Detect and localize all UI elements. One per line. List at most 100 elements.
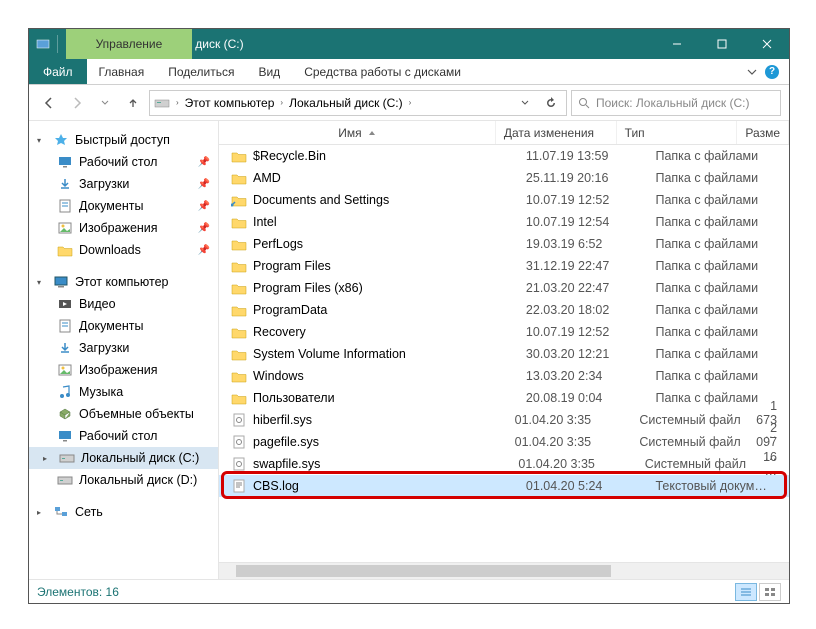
file-type: Папка с файлами (647, 215, 777, 229)
file-row[interactable]: Documents and Settings10.07.19 12:52Папк… (219, 189, 789, 211)
column-name[interactable]: Имя (219, 121, 496, 144)
file-rows[interactable]: $Recycle.Bin11.07.19 13:59Папка с файлам… (219, 145, 789, 562)
sidebar-item-label: Загрузки (79, 341, 129, 355)
address-bar[interactable]: › Этот компьютер › Локальный диск (C:) › (149, 90, 567, 116)
file-row[interactable]: Recovery10.07.19 12:52Папка с файлами (219, 321, 789, 343)
file-name: Пользователи (253, 391, 335, 405)
up-button[interactable] (121, 91, 145, 115)
horizontal-scrollbar[interactable] (219, 562, 789, 579)
scroll-thumb[interactable] (236, 565, 611, 577)
recent-dropdown[interactable] (93, 91, 117, 115)
chevron-right-icon[interactable]: › (278, 98, 285, 107)
file-row[interactable]: Windows13.03.20 2:34Папка с файлами (219, 365, 789, 387)
sidebar-item[interactable]: ▸Локальный диск (C:) (29, 447, 218, 469)
sidebar-item[interactable]: Объемные объекты (29, 403, 218, 425)
close-button[interactable] (744, 29, 789, 59)
file-date: 30.03.20 12:21 (518, 347, 648, 361)
ribbon-tab-drivetools[interactable]: Средства работы с дисками (292, 59, 473, 84)
sidebar-quick-access[interactable]: ▾ Быстрый доступ (29, 129, 218, 151)
expand-icon[interactable]: ▾ (37, 136, 47, 145)
sidebar-item[interactable]: Рабочий стол (29, 425, 218, 447)
sidebar-item[interactable]: Downloads📌 (29, 239, 218, 261)
folder-icon (231, 280, 247, 296)
drive-icon (57, 472, 73, 488)
sidebar-item[interactable]: Рабочий стол📌 (29, 151, 218, 173)
sidebar-item[interactable]: Музыка (29, 381, 218, 403)
ribbon-tab-home[interactable]: Главная (87, 59, 157, 84)
ribbon-tab-share[interactable]: Поделиться (156, 59, 246, 84)
back-button[interactable] (37, 91, 61, 115)
file-date: 01.04.20 3:35 (507, 413, 632, 427)
expand-icon[interactable]: ▸ (37, 508, 47, 517)
minimize-button[interactable] (654, 29, 699, 59)
details-view-button[interactable] (735, 583, 757, 601)
file-row[interactable]: System Volume Information30.03.20 12:21П… (219, 343, 789, 365)
sidebar-item[interactable]: Документы📌 (29, 195, 218, 217)
file-type: Папка с файлами (647, 347, 777, 361)
file-name: ProgramData (253, 303, 327, 317)
file-row[interactable]: $Recycle.Bin11.07.19 13:59Папка с файлам… (219, 145, 789, 167)
file-date: 01.04.20 5:24 (518, 479, 648, 493)
folder-icon (231, 324, 247, 340)
sidebar-item[interactable]: Загрузки📌 (29, 173, 218, 195)
item-count: Элементов: 16 (37, 585, 119, 599)
navigation-pane[interactable]: ▾ Быстрый доступ Рабочий стол📌Загрузки📌Д… (29, 121, 219, 579)
file-type: Папка с файлами (647, 237, 777, 251)
file-tab[interactable]: Файл (29, 59, 87, 84)
file-date: 20.08.19 0:04 (518, 391, 648, 405)
sidebar-item-label: Документы (79, 199, 143, 213)
file-type: Папка с файлами (647, 281, 777, 295)
file-name: CBS.log (253, 479, 299, 493)
ribbon-expand-icon[interactable] (747, 67, 757, 77)
maximize-button[interactable] (699, 29, 744, 59)
file-date: 21.03.20 22:47 (518, 281, 648, 295)
search-input[interactable]: Поиск: Локальный диск (C:) (571, 90, 781, 116)
sidebar-item[interactable]: Видео (29, 293, 218, 315)
file-row[interactable]: ProgramData22.03.20 18:02Папка с файлами (219, 299, 789, 321)
icons-view-button[interactable] (759, 583, 781, 601)
file-row[interactable]: pagefile.sys01.04.20 3:35Системный файл2… (219, 431, 789, 453)
sidebar-item[interactable]: Документы (29, 315, 218, 337)
column-size[interactable]: Разме (737, 121, 789, 144)
file-row[interactable]: PerfLogs19.03.19 6:52Папка с файлами (219, 233, 789, 255)
app-icon (35, 36, 51, 52)
status-bar: Элементов: 16 (29, 579, 789, 603)
sidebar-item[interactable]: Изображения (29, 359, 218, 381)
file-row[interactable]: hiberfil.sys01.04.20 3:35Системный файл1… (219, 409, 789, 431)
expand-icon[interactable]: ▸ (43, 454, 53, 463)
address-dropdown[interactable] (514, 99, 536, 107)
file-row[interactable]: Пользователи20.08.19 0:04Папка с файлами (219, 387, 789, 409)
drive-icon (59, 450, 75, 466)
breadcrumb-this-pc[interactable]: Этот компьютер (185, 96, 275, 110)
folder-icon (231, 258, 247, 274)
chevron-right-icon[interactable]: › (174, 98, 181, 107)
column-type[interactable]: Тип (617, 121, 738, 144)
sidebar-item[interactable]: Загрузки (29, 337, 218, 359)
sidebar-network[interactable]: ▸ Сеть (29, 501, 218, 523)
file-row[interactable]: Intel10.07.19 12:54Папка с файлами (219, 211, 789, 233)
file-row[interactable]: CBS.log01.04.20 5:24Текстовый докум… (219, 475, 789, 497)
help-icon[interactable]: ? (765, 65, 779, 79)
documents-icon (57, 318, 73, 334)
file-row[interactable]: Program Files31.12.19 22:47Папка с файла… (219, 255, 789, 277)
file-row[interactable]: AMD25.11.19 20:16Папка с файлами (219, 167, 789, 189)
column-date[interactable]: Дата изменения (496, 121, 617, 144)
refresh-button[interactable] (540, 97, 562, 109)
sidebar-item[interactable]: Изображения📌 (29, 217, 218, 239)
ribbon-tab-view[interactable]: Вид (246, 59, 292, 84)
sidebar-item[interactable]: Локальный диск (D:) (29, 469, 218, 491)
text-icon (231, 478, 247, 494)
chevron-right-icon[interactable]: › (407, 98, 414, 107)
expand-icon[interactable]: ▾ (37, 278, 47, 287)
file-type: Системный файл (637, 457, 763, 471)
sidebar-this-pc[interactable]: ▾ Этот компьютер (29, 271, 218, 293)
file-date: 11.07.19 13:59 (518, 149, 648, 163)
search-icon (578, 97, 590, 109)
drive-icon (154, 97, 170, 109)
ribbon-tabs: Файл Главная Поделиться Вид Средства раб… (29, 59, 789, 85)
breadcrumb-drive-c[interactable]: Локальный диск (C:) (289, 96, 403, 110)
context-tab-manage[interactable]: Управление (66, 29, 193, 59)
forward-button[interactable] (65, 91, 89, 115)
file-row[interactable]: swapfile.sys01.04.20 3:35Системный файл1… (219, 453, 789, 475)
file-row[interactable]: Program Files (x86)21.03.20 22:47Папка с… (219, 277, 789, 299)
